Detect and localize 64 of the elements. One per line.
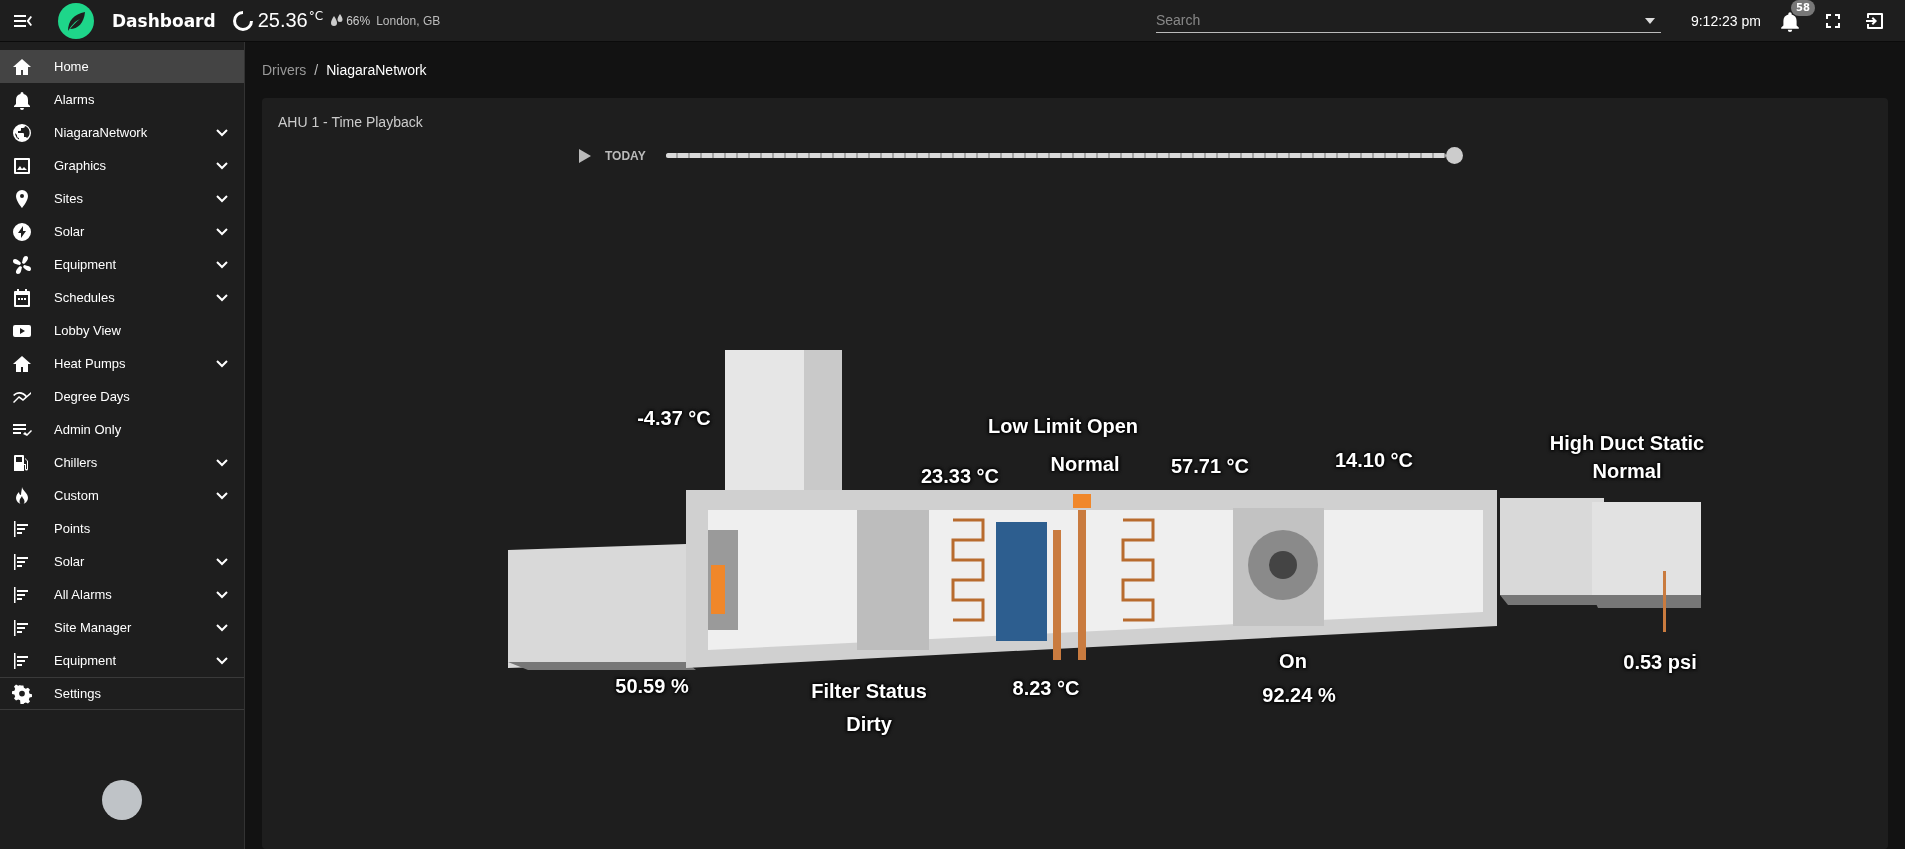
sensor-reading: Normal: [1050, 452, 1120, 476]
notification-bell-icon[interactable]: [1779, 9, 1801, 32]
timeline-slider[interactable]: [665, 147, 1463, 164]
sensor-reading: -4.37 °C: [637, 406, 711, 430]
sensor-reading: Low Limit Open: [988, 414, 1138, 438]
playback-label: TODAY: [605, 148, 646, 163]
notification-count: 58: [1791, 0, 1815, 16]
sensor-reading: Filter Status: [811, 679, 927, 703]
sidebar-item[interactable]: Graphics: [0, 149, 244, 182]
sensor-reading: Dirty: [846, 712, 892, 736]
sensor-reading: Normal: [1592, 459, 1662, 483]
bell-icon: [12, 89, 32, 110]
sidebar-item[interactable]: Equipment: [0, 248, 244, 281]
sidebar-item[interactable]: All Alarms: [0, 578, 244, 611]
sensor-reading: 14.10 °C: [1335, 448, 1413, 472]
sidebar-item[interactable]: Home: [0, 50, 244, 83]
sidebar-item[interactable]: Points: [0, 512, 244, 545]
sidebar-item[interactable]: NiagaraNetwork: [0, 116, 244, 149]
globe-icon: [12, 122, 32, 143]
sensor-reading: On: [1279, 649, 1307, 673]
caret-icon: [1644, 17, 1655, 24]
sidebar-item[interactable]: Chillers: [0, 446, 244, 479]
image-icon: [12, 155, 32, 176]
sensor-reading: 50.59 %: [615, 674, 689, 698]
sidebar-item[interactable]: Site Manager: [0, 611, 244, 644]
slider-thumb[interactable]: [1445, 147, 1463, 164]
app-title: Dashboard: [112, 10, 216, 31]
sidebar-item[interactable]: Admin Only: [0, 413, 244, 446]
breadcrumb-separator: /: [314, 62, 319, 78]
search-field[interactable]: Search: [1155, 8, 1661, 33]
logout-button[interactable]: [1865, 10, 1885, 31]
sidebar-item[interactable]: Heat Pumps: [0, 347, 244, 380]
sidebar-item[interactable]: Sites: [0, 182, 244, 215]
sidebar-item[interactable]: Settings: [0, 677, 244, 710]
temperature-unit: °C: [308, 9, 324, 23]
settings-icon: [12, 683, 32, 704]
location: London, GB: [376, 13, 441, 28]
sidebar-item[interactable]: Alarms: [0, 83, 244, 116]
fan-icon: [12, 254, 32, 275]
weather-icon: [231, 9, 254, 32]
clock: 9:12:23 pm: [1690, 12, 1761, 29]
sensor-reading: 92.24 %: [1262, 683, 1336, 707]
calendar-icon: [12, 287, 32, 308]
avatar: [102, 780, 142, 820]
sidebar-item[interactable]: Schedules: [0, 281, 244, 314]
sensor-reading: 0.53 psi: [1623, 650, 1697, 674]
sidebar-item[interactable]: Equipment: [0, 644, 244, 677]
sidebar-item[interactable]: Lobby View: [0, 314, 244, 347]
sidebar-item[interactable]: Custom: [0, 479, 244, 512]
sensor-reading: 23.33 °C: [921, 464, 999, 488]
sensor-reading: 8.23 °C: [1012, 676, 1080, 700]
house-icon: [12, 353, 32, 374]
sensor-reading: 57.71 °C: [1171, 454, 1249, 478]
lightning-icon: [12, 221, 32, 242]
temperature: 25.36: [257, 9, 308, 32]
card-title: AHU 1 - Time Playback: [277, 113, 424, 130]
sensor-reading: High Duct Static: [1549, 431, 1705, 455]
sidebar-item[interactable]: Solar: [0, 215, 244, 248]
sidebar-item[interactable]: Degree Days: [0, 380, 244, 413]
sidebar-item[interactable]: Solar: [0, 545, 244, 578]
humidity: 66%: [346, 13, 371, 28]
play-icon[interactable]: [579, 148, 591, 163]
breadcrumb-link[interactable]: Drivers: [262, 62, 307, 78]
house-icon: [12, 56, 32, 77]
